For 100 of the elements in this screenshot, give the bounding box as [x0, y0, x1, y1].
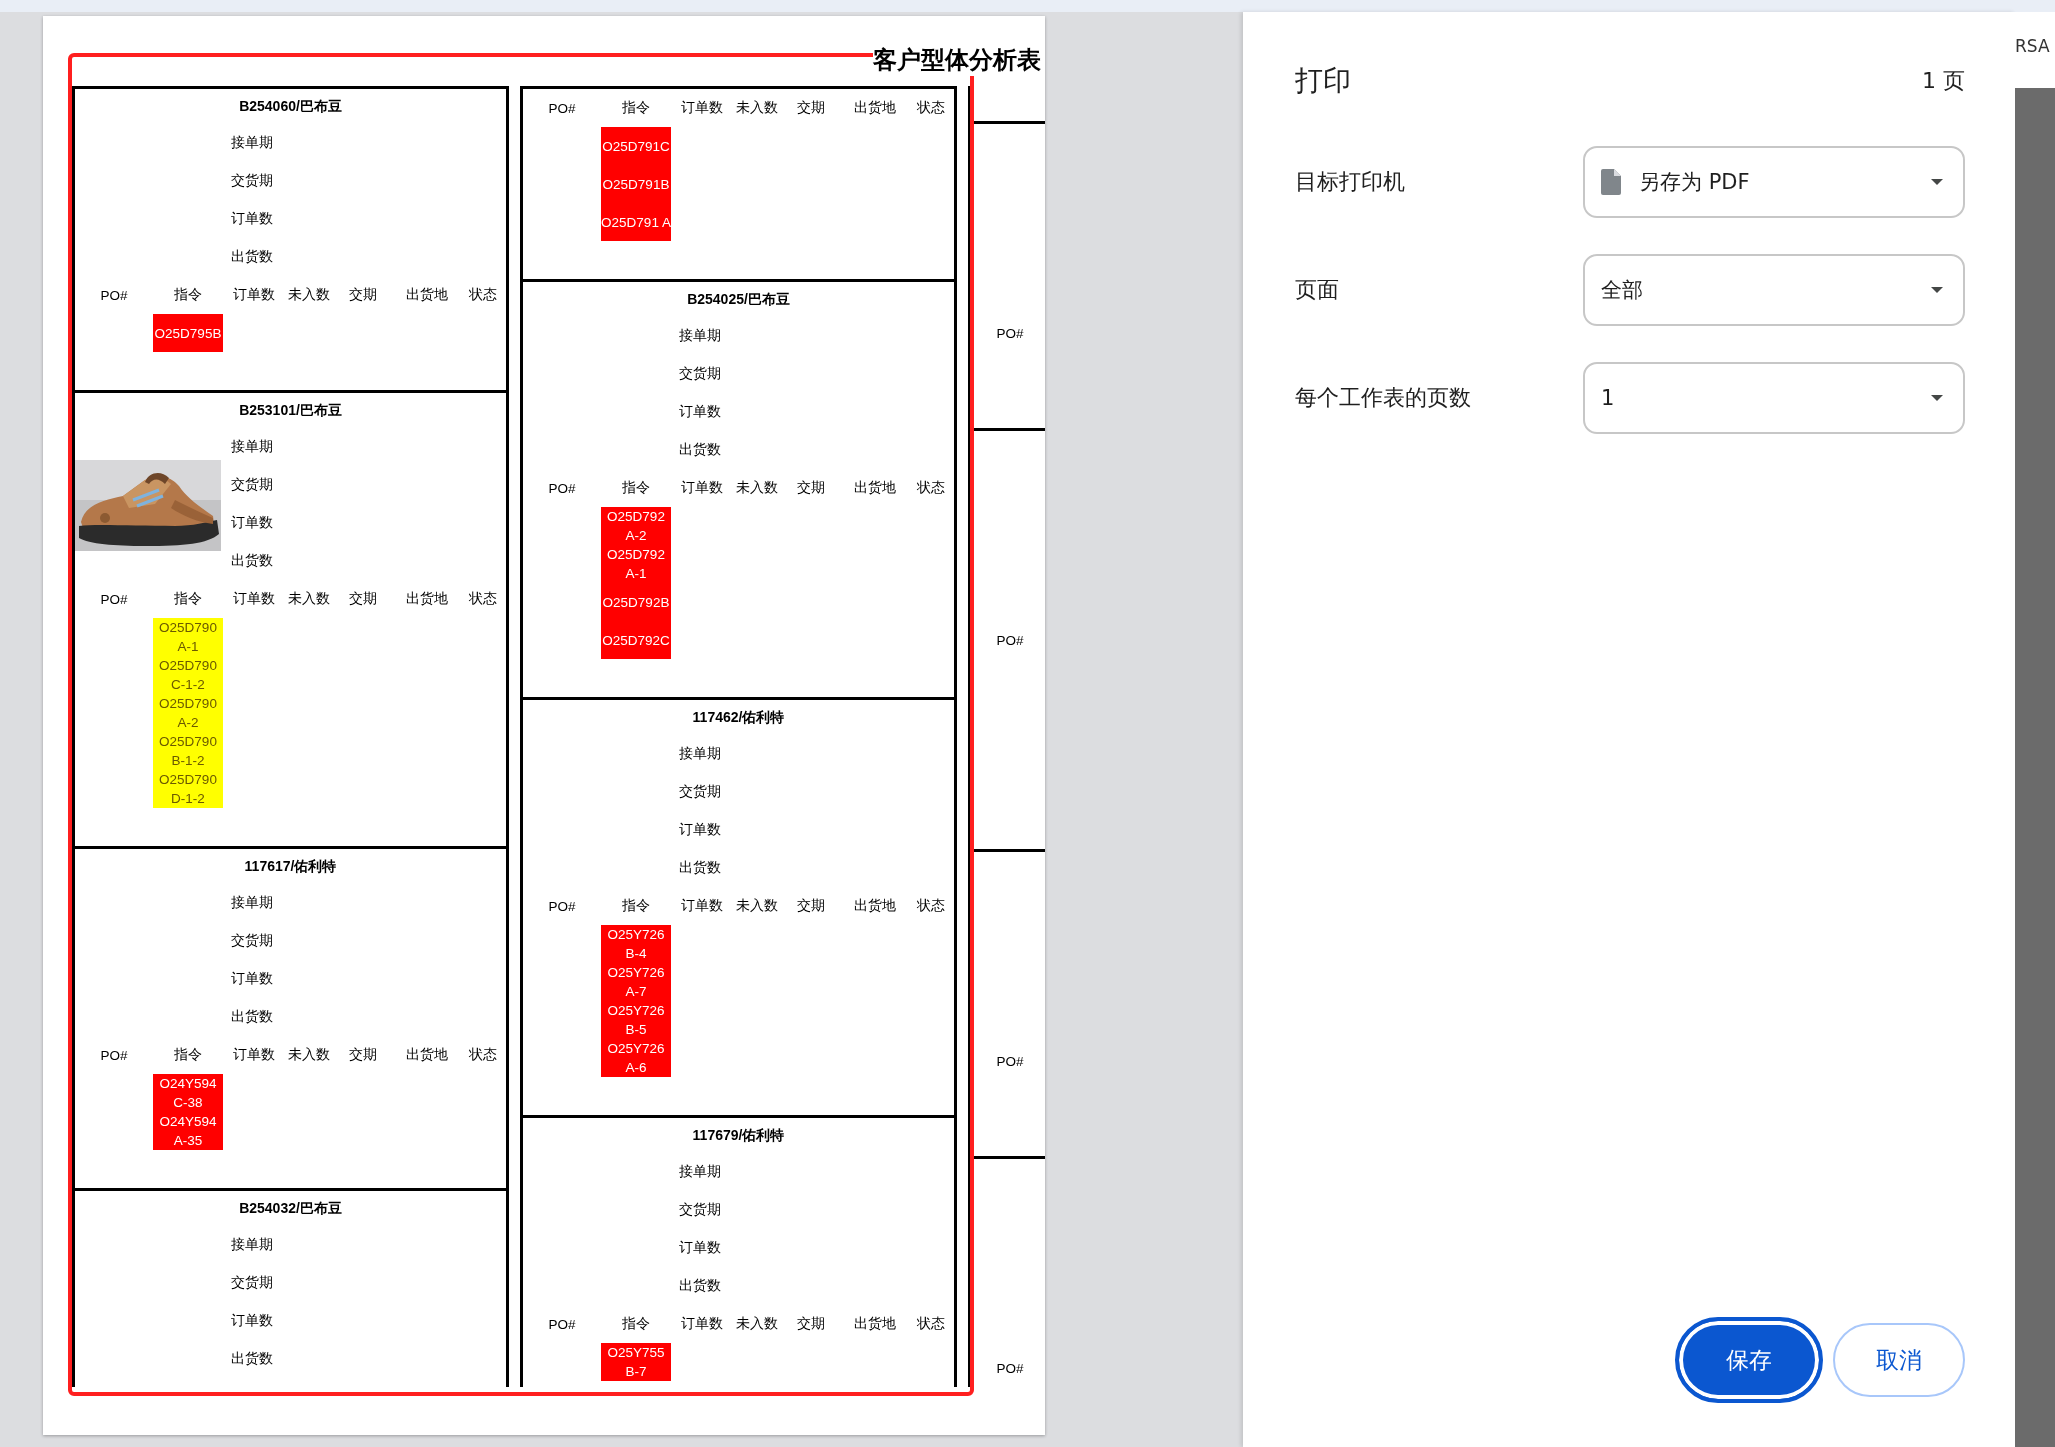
column-header: 订单数	[233, 1046, 275, 1064]
column-header: PO#	[100, 1047, 128, 1063]
order-code: O25D790 A-2	[158, 695, 218, 732]
order-code: O25D792B	[601, 593, 671, 612]
order-code: O24Y594 A-35	[158, 1113, 218, 1150]
order-code: O25Y726 A-7	[606, 964, 666, 1001]
column-header: 出货地	[405, 1046, 448, 1064]
column-header: 出货地	[853, 479, 896, 497]
column-header: PO#	[548, 100, 576, 116]
caret-icon	[1931, 395, 1943, 401]
page-count: 1 页	[1922, 67, 1965, 95]
field-label: 接单期	[679, 745, 721, 763]
setting-label: 页面	[1295, 276, 1339, 304]
dropdown[interactable]: 全部	[1583, 254, 1965, 326]
field-label: 交货期	[231, 1274, 273, 1292]
order-code: O25D790 C-1-2	[158, 657, 218, 694]
dropdown[interactable]: 另存为 PDF	[1583, 146, 1965, 218]
field-label: 接单期	[231, 438, 273, 456]
column-header: 指令	[622, 479, 650, 497]
order-code: O25D791C	[601, 137, 671, 156]
field-label: 出货数	[231, 248, 273, 266]
field-label: 接单期	[679, 1163, 721, 1181]
field-label: 出货数	[231, 552, 273, 570]
field-label: 交货期	[231, 476, 273, 494]
column-header: 交期	[797, 479, 825, 497]
column-header: 状态	[917, 897, 945, 915]
block-title: 117679/佑利特	[692, 1126, 785, 1145]
sheet-title: 客户型体分析表	[873, 44, 1041, 76]
field-label: 出货数	[231, 1350, 273, 1368]
column-header: PO#	[100, 287, 128, 303]
column-header: 未入数	[736, 99, 778, 117]
column-header: 指令	[622, 99, 650, 117]
column-header: 订单数	[681, 99, 723, 117]
column-header: 订单数	[233, 286, 275, 304]
dropdown[interactable]: 1	[1583, 362, 1965, 434]
document-icon	[1601, 169, 1621, 195]
column-header: 状态	[917, 1315, 945, 1333]
block-title: 117462/佑利特	[692, 708, 785, 727]
order-code: O24Y594 C-38	[158, 1075, 218, 1112]
field-label: 交货期	[679, 365, 721, 383]
column-header: PO#	[996, 325, 1024, 341]
order-code: O25D792 A-2	[606, 508, 666, 545]
column-header: PO#	[100, 591, 128, 607]
field-label: 出货数	[679, 859, 721, 877]
column-header: 未入数	[288, 1046, 330, 1064]
field-label: 出货数	[679, 441, 721, 459]
column-header: 出货地	[853, 1315, 896, 1333]
column-header: 状态	[469, 286, 497, 304]
field-label: 订单数	[679, 403, 721, 421]
column-header: 未入数	[288, 286, 330, 304]
column-header: PO#	[996, 632, 1024, 648]
column-header: 订单数	[681, 479, 723, 497]
block-title: B254060/巴布豆	[239, 97, 342, 116]
column-header: 未入数	[736, 1315, 778, 1333]
column-header: PO#	[996, 1053, 1024, 1069]
column-header: 未入数	[736, 479, 778, 497]
column-header: 交期	[797, 897, 825, 915]
column-header: 出货地	[853, 99, 896, 117]
column-header: 指令	[622, 897, 650, 915]
order-code: O25Y726 B-4	[606, 926, 666, 963]
order-code: O25Y755 B-7	[606, 1344, 666, 1381]
field-label: 交货期	[231, 932, 273, 950]
cancel-button[interactable]: 取消	[1833, 1323, 1965, 1397]
field-label: 接单期	[231, 1236, 273, 1254]
field-label: 订单数	[231, 970, 273, 988]
column-header: PO#	[996, 1360, 1024, 1376]
column-header: 交期	[797, 99, 825, 117]
field-label: 订单数	[231, 210, 273, 228]
order-code: O25D790 B-1-2	[158, 733, 218, 770]
column-header: 订单数	[681, 1315, 723, 1333]
column-header: 状态	[469, 590, 497, 608]
column-header: PO#	[548, 1316, 576, 1332]
field-label: 订单数	[231, 1312, 273, 1330]
column-header: 出货地	[853, 897, 896, 915]
block-title: 117617/佑利特	[244, 857, 337, 876]
column-header: 指令	[174, 1046, 202, 1064]
field-label: 订单数	[679, 821, 721, 839]
order-code: O25D792C	[601, 631, 671, 650]
caret-icon	[1931, 179, 1943, 185]
caret-icon	[1931, 287, 1943, 293]
field-label: 接单期	[231, 134, 273, 152]
column-header: 状态	[917, 99, 945, 117]
column-header: 状态	[917, 479, 945, 497]
background-tab[interactable]: RSA	[2015, 12, 2055, 88]
order-code: O25D792 A-1	[606, 546, 666, 583]
order-code: O25D791B	[601, 175, 671, 194]
field-label: 订单数	[231, 514, 273, 532]
column-header: 未入数	[288, 590, 330, 608]
save-button[interactable]: 保存	[1675, 1317, 1823, 1403]
field-label: 订单数	[679, 1239, 721, 1257]
field-label: 出货数	[679, 1277, 721, 1295]
field-label: 出货数	[231, 1008, 273, 1026]
column-header: 未入数	[736, 897, 778, 915]
column-header: 指令	[174, 590, 202, 608]
field-label: 接单期	[231, 894, 273, 912]
column-header: 交期	[349, 590, 377, 608]
column-header: 状态	[469, 1046, 497, 1064]
column-header: PO#	[548, 480, 576, 496]
order-code: O25D795B	[153, 324, 223, 343]
column-header: 交期	[349, 1046, 377, 1064]
